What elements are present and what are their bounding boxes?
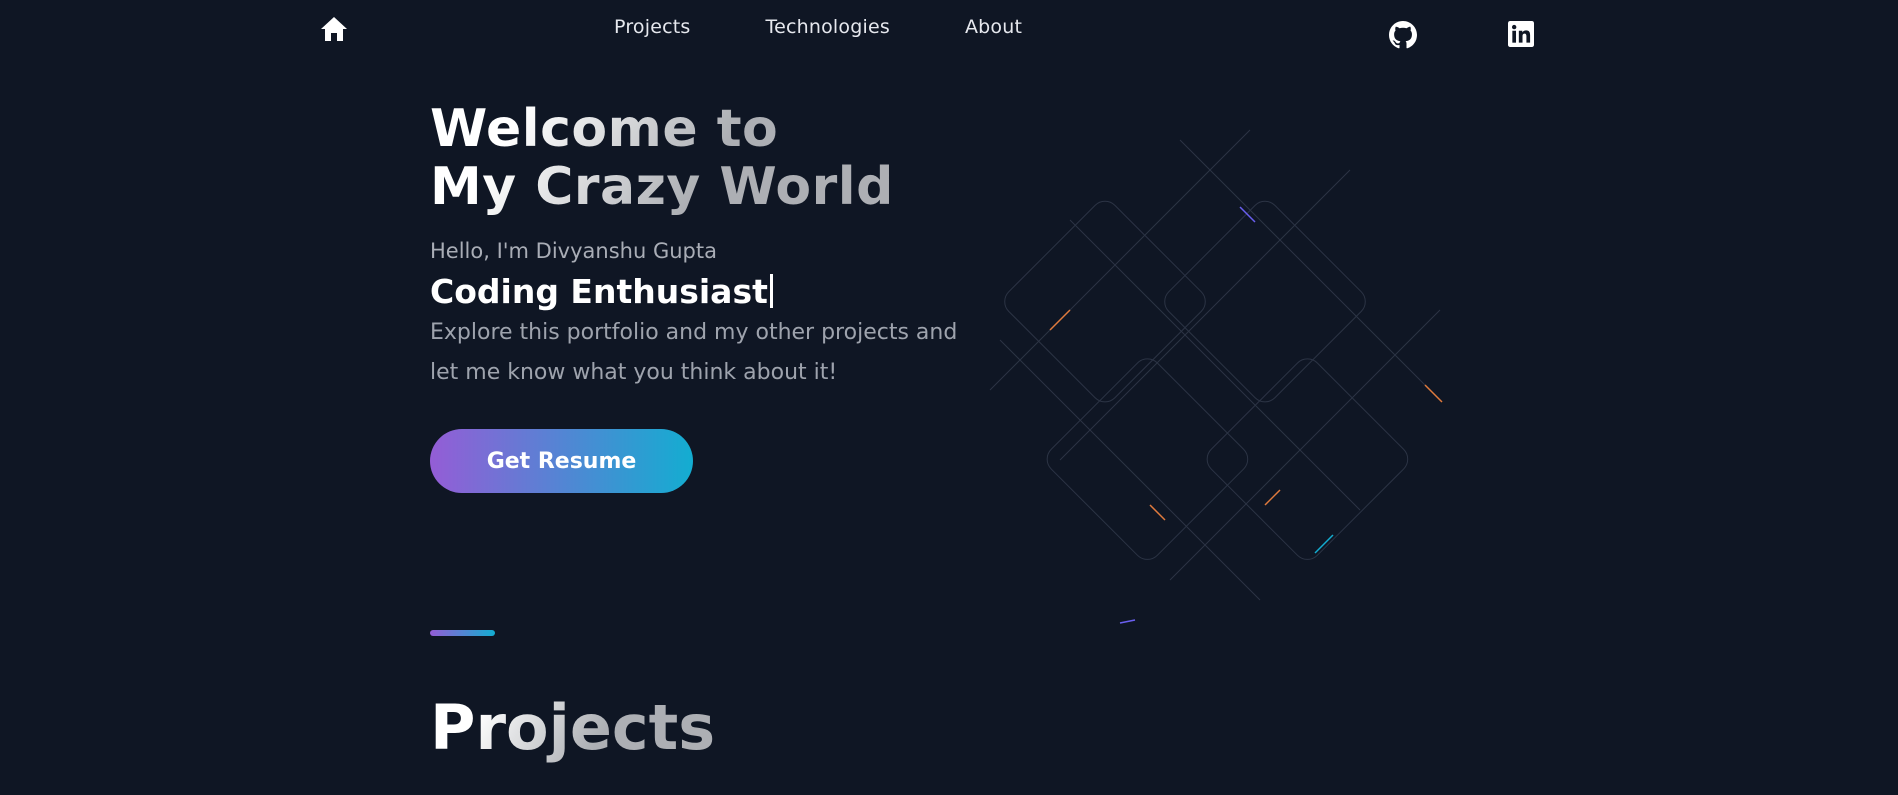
github-icon: [1389, 21, 1417, 49]
get-resume-button[interactable]: Get Resume: [430, 429, 693, 493]
typewriter-text: Coding Enthusiast: [430, 272, 768, 311]
portfolio-page: Projects Technologies About Welcome to M…: [0, 0, 1898, 795]
nav-link-projects[interactable]: Projects: [614, 16, 691, 38]
typing-cursor: [769, 274, 773, 308]
top-navbar: Projects Technologies About: [0, 0, 1898, 60]
projects-section-title: Projects: [430, 691, 716, 764]
linkedin-icon: [1508, 21, 1534, 47]
nav-link-technologies[interactable]: Technologies: [766, 16, 890, 38]
linkedin-link[interactable]: [1508, 21, 1538, 51]
nav-links: Projects Technologies About: [614, 16, 1022, 38]
hero-role: Coding Enthusiast: [430, 272, 773, 311]
section-divider: [430, 630, 495, 636]
hero-title-line1: Welcome to: [430, 99, 779, 159]
hero-title-line2: My Crazy World: [430, 157, 894, 217]
home-link[interactable]: [320, 16, 348, 42]
hero-greeting: Hello, I'm Divyanshu Gupta: [430, 239, 717, 263]
background-grid-graphic: [989, 129, 1443, 624]
hero-title: Welcome to My Crazy World: [430, 100, 894, 216]
home-icon: [321, 17, 347, 41]
hero-intro: Explore this portfolio and my other proj…: [430, 320, 958, 385]
github-link[interactable]: [1389, 21, 1419, 51]
nav-link-about[interactable]: About: [965, 16, 1022, 38]
